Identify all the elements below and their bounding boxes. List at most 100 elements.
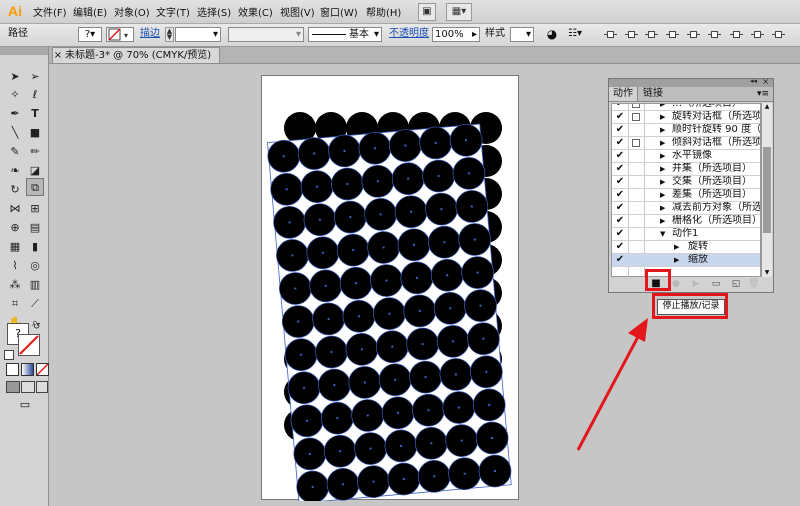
tab-actions[interactable]: 动作 — [609, 87, 638, 101]
action-row[interactable]: ✔ ▶ 水平镜像 — [612, 150, 760, 163]
rotated-circle-pattern[interactable] — [266, 123, 512, 501]
tab-links[interactable]: 链接 — [639, 87, 667, 101]
default-colors-icon[interactable] — [4, 350, 14, 360]
selection-tool-icon[interactable]: ➤ — [6, 68, 24, 86]
toggle-item-icon[interactable]: ✔ — [614, 150, 626, 162]
shape-builder-tool-icon[interactable]: ⊕ — [6, 219, 24, 237]
menu-select[interactable]: 选择(S) — [197, 4, 231, 19]
toggle-item-icon[interactable]: ✔ — [614, 202, 626, 214]
action-row[interactable]: ✔ ▶ 倾斜对话框（所选项... — [612, 137, 760, 150]
color-mode-icon[interactable] — [6, 363, 19, 376]
scale-tool-icon[interactable]: ⧉ — [26, 178, 44, 196]
menu-edit[interactable]: 编辑(E) — [73, 4, 107, 19]
brush-definition[interactable]: 基本 ▾ — [308, 27, 382, 42]
tools-panel-header[interactable] — [0, 47, 48, 55]
action-row[interactable]: ✔ ▶ 交集（所选项目） — [612, 176, 760, 189]
menu-type[interactable]: 文字(T) — [156, 4, 190, 19]
align-right-icon[interactable] — [645, 29, 658, 40]
menu-object[interactable]: 对象(O) — [114, 4, 150, 19]
draw-normal-icon[interactable] — [6, 381, 20, 393]
none-mode-icon[interactable] — [36, 363, 49, 376]
draw-inside-icon[interactable] — [36, 381, 48, 393]
gradient-mode-icon[interactable] — [21, 363, 34, 376]
document-tab[interactable]: × 未标题-3* @ 70% (CMYK/预览) — [52, 47, 220, 63]
magic-wand-tool-icon[interactable]: ✧ — [6, 86, 24, 104]
symbol-sprayer-tool-icon[interactable]: ⁂ — [6, 276, 24, 294]
new-set-icon[interactable]: ▭ — [709, 278, 723, 290]
expand-triangle-icon[interactable]: ▶ — [660, 104, 665, 110]
expand-triangle-icon[interactable]: ▶ — [674, 254, 679, 266]
arrange-documents-icon[interactable]: ▦▾ — [446, 3, 472, 21]
distribute-top-icon[interactable] — [730, 29, 743, 40]
panel-header[interactable]: ◂◂ × — [609, 77, 773, 87]
scroll-up-icon[interactable]: ▲ — [762, 103, 772, 111]
fill-swatch[interactable]: ?▾ — [78, 27, 102, 42]
action-row[interactable]: ✔ ▼ 动作1 — [612, 228, 760, 241]
expand-triangle-icon[interactable]: ▶ — [660, 137, 665, 149]
pen-tool-icon[interactable]: ✒ — [6, 105, 24, 123]
perspective-grid-tool-icon[interactable]: ▤ — [26, 219, 44, 237]
rectangle-tool-icon[interactable]: ■ — [26, 124, 44, 142]
menu-view[interactable]: 视图(V) — [280, 4, 315, 19]
expand-triangle-icon[interactable]: ▶ — [660, 189, 665, 201]
mesh-tool-icon[interactable]: ▦ — [6, 238, 24, 256]
variable-width-profile[interactable]: ▾ — [228, 27, 304, 42]
expand-triangle-icon[interactable]: ▶ — [660, 215, 665, 227]
toggle-dialog-icon[interactable] — [632, 104, 640, 108]
toggle-item-icon[interactable]: ✔ — [614, 163, 626, 175]
distribute-bottom-icon[interactable] — [772, 29, 785, 40]
record-icon[interactable]: ● — [669, 278, 683, 290]
action-row[interactable]: ✔ ▶ 减去前方对象（所选... — [612, 202, 760, 215]
rotate-tool-icon[interactable]: ↻ — [6, 181, 24, 199]
expand-triangle-icon[interactable]: ▶ — [674, 241, 679, 253]
swap-colors-icon[interactable]: ↺ — [33, 322, 41, 332]
screen-mode-icon[interactable]: ▭ — [16, 398, 34, 412]
close-icon[interactable]: × — [53, 48, 63, 63]
align-vcenter-icon[interactable] — [687, 29, 700, 40]
collapse-triangle-icon[interactable]: ▼ — [660, 228, 665, 240]
blend-tool-icon[interactable]: ◎ — [26, 257, 44, 275]
direct-selection-tool-icon[interactable]: ➢ — [26, 68, 44, 86]
scroll-down-icon[interactable]: ▼ — [762, 269, 772, 277]
new-action-icon[interactable]: ◱ — [729, 278, 743, 290]
artboard[interactable] — [261, 75, 519, 501]
opacity-field[interactable]: 100% ▸ — [432, 27, 480, 42]
align-hcenter-icon[interactable] — [625, 29, 638, 40]
panel-menu-icon[interactable]: ▾≡ — [757, 87, 769, 101]
stroke-label[interactable]: 描边 — [140, 27, 160, 42]
menu-window[interactable]: 窗口(W) — [320, 4, 358, 19]
toggle-item-icon[interactable]: ✔ — [614, 241, 626, 253]
line-tool-icon[interactable]: ╲ — [6, 124, 24, 142]
stroke-swatch[interactable]: ▾ — [106, 27, 134, 42]
align-left-icon[interactable] — [604, 29, 617, 40]
align-options-icon[interactable]: ☷▾ — [568, 27, 592, 42]
delete-icon[interactable]: 🗑 — [747, 278, 761, 290]
menu-file[interactable]: 文件(F) — [33, 4, 67, 19]
action-row[interactable]: ✔ ▶ 栅格化（所选项目） — [612, 215, 760, 228]
stroke-color-box[interactable] — [18, 334, 40, 356]
menu-effect[interactable]: 效果(C) — [238, 4, 273, 19]
toggle-item-icon[interactable]: ✔ — [614, 215, 626, 227]
action-row[interactable]: ✔ ▶ 旋转 — [612, 241, 760, 254]
draw-behind-icon[interactable] — [21, 381, 35, 393]
toggle-item-icon[interactable]: ✔ — [614, 176, 626, 188]
recolor-artwork-icon[interactable]: ◕ — [545, 27, 559, 42]
expand-triangle-icon[interactable]: ▶ — [660, 111, 665, 123]
stroke-weight-stepper[interactable]: ▲ ▼ — [165, 27, 174, 42]
align-top-icon[interactable] — [666, 29, 679, 40]
column-graph-tool-icon[interactable]: ▥ — [26, 276, 44, 294]
toggle-dialog-icon[interactable] — [632, 139, 640, 147]
scroll-thumb[interactable] — [763, 147, 771, 233]
expand-triangle-icon[interactable]: ▶ — [660, 124, 665, 136]
align-bottom-icon[interactable] — [708, 29, 721, 40]
action-row[interactable]: ✔ ▶ 并集（所选项目） — [612, 163, 760, 176]
bridge-icon[interactable]: ▣ — [418, 3, 436, 21]
collapse-panel-icon[interactable]: ◂◂ — [750, 77, 757, 85]
expand-triangle-icon[interactable]: ▶ — [660, 176, 665, 188]
action-row[interactable]: ✔ ▶ 差集（所选项目） — [612, 189, 760, 202]
toggle-item-icon[interactable]: ✔ — [614, 124, 626, 136]
slice-tool-icon[interactable]: ⟋ — [26, 295, 44, 313]
action-row[interactable]: ✔ ▶ 顺时针旋转 90 度（... — [612, 124, 760, 137]
toggle-item-icon[interactable]: ✔ — [614, 111, 626, 123]
menu-help[interactable]: 帮助(H) — [366, 4, 401, 19]
